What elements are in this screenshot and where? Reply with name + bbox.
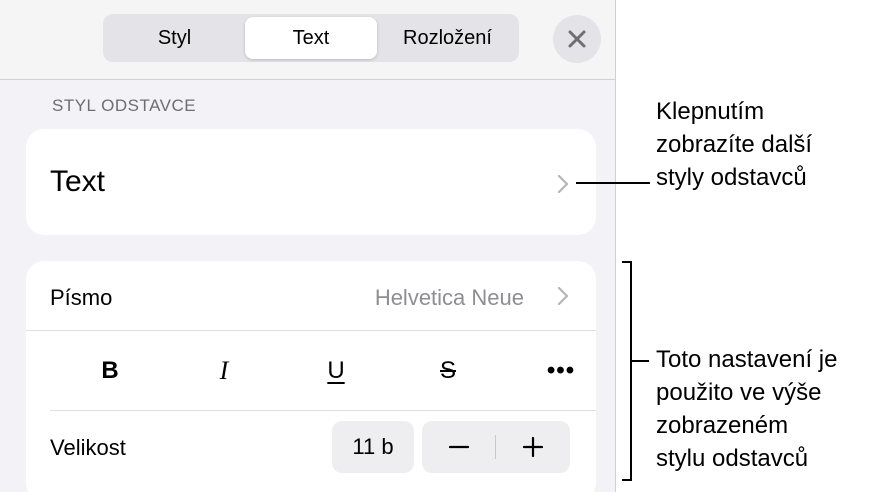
callout-paragraph-styles: Klepnutím zobrazíte další styly odstavců <box>656 95 876 194</box>
callout-bracket-top <box>622 261 632 263</box>
size-value-field[interactable]: 11 b <box>332 421 414 473</box>
italic-button[interactable]: I <box>204 355 244 387</box>
callout-leader-line <box>576 182 650 184</box>
size-stepper <box>422 421 570 473</box>
format-panel: Styl Text Rozložení STYL ODSTAVCE Text P… <box>0 0 616 492</box>
callout-line: zobrazeném <box>656 412 789 439</box>
paragraph-style-row[interactable]: Text <box>26 129 596 235</box>
callout-line: zobrazíte další <box>656 131 813 158</box>
callout-line: styly odstavců <box>656 164 807 191</box>
more-options-button[interactable]: ••• <box>541 355 581 387</box>
strikethrough-button[interactable]: S <box>428 355 468 387</box>
font-value: Helvetica Neue <box>374 285 524 310</box>
plus-icon <box>522 436 544 458</box>
callout-bracket-bottom <box>622 479 632 481</box>
font-label: Písmo <box>50 285 113 310</box>
chevron-right-icon <box>557 174 569 194</box>
tab-segmented-control: Styl Text Rozložení <box>103 14 519 62</box>
paragraph-style-value: Text <box>50 165 106 198</box>
font-row[interactable]: Písmo Helvetica Neue <box>26 261 596 331</box>
section-label-paragraph-style: STYL ODSTAVCE <box>52 96 197 115</box>
text-format-card: Písmo Helvetica Neue B I U S ••• Velikos… <box>26 261 596 492</box>
close-icon <box>568 30 586 48</box>
chevron-right-icon <box>557 286 569 306</box>
size-label: Velikost <box>50 435 126 460</box>
callout-settings-applied: Toto nastavení je použito ve výše zobraz… <box>656 343 876 475</box>
callout-line: Toto nastavení je <box>656 346 838 373</box>
decrease-size-button[interactable] <box>422 421 496 473</box>
callout-line: stylu odstavců <box>656 445 809 472</box>
callout-line: Klepnutím <box>656 98 765 125</box>
size-row: Velikost 11 b <box>26 411 596 491</box>
format-buttons-row: B I U S ••• <box>50 331 596 411</box>
panel-header: Styl Text Rozložení <box>0 0 615 80</box>
increase-size-button[interactable] <box>496 421 570 473</box>
callout-bracket-tick <box>631 360 649 362</box>
minus-icon <box>448 445 470 449</box>
tab-text[interactable]: Text <box>245 17 377 59</box>
tab-rozlozeni[interactable]: Rozložení <box>379 17 516 59</box>
underline-button[interactable]: U <box>316 355 356 387</box>
bold-button[interactable]: B <box>90 355 130 387</box>
tab-styl[interactable]: Styl <box>106 17 243 59</box>
callout-bracket <box>630 261 632 480</box>
callout-line: použito ve výše <box>656 379 822 406</box>
close-button[interactable] <box>553 15 601 63</box>
